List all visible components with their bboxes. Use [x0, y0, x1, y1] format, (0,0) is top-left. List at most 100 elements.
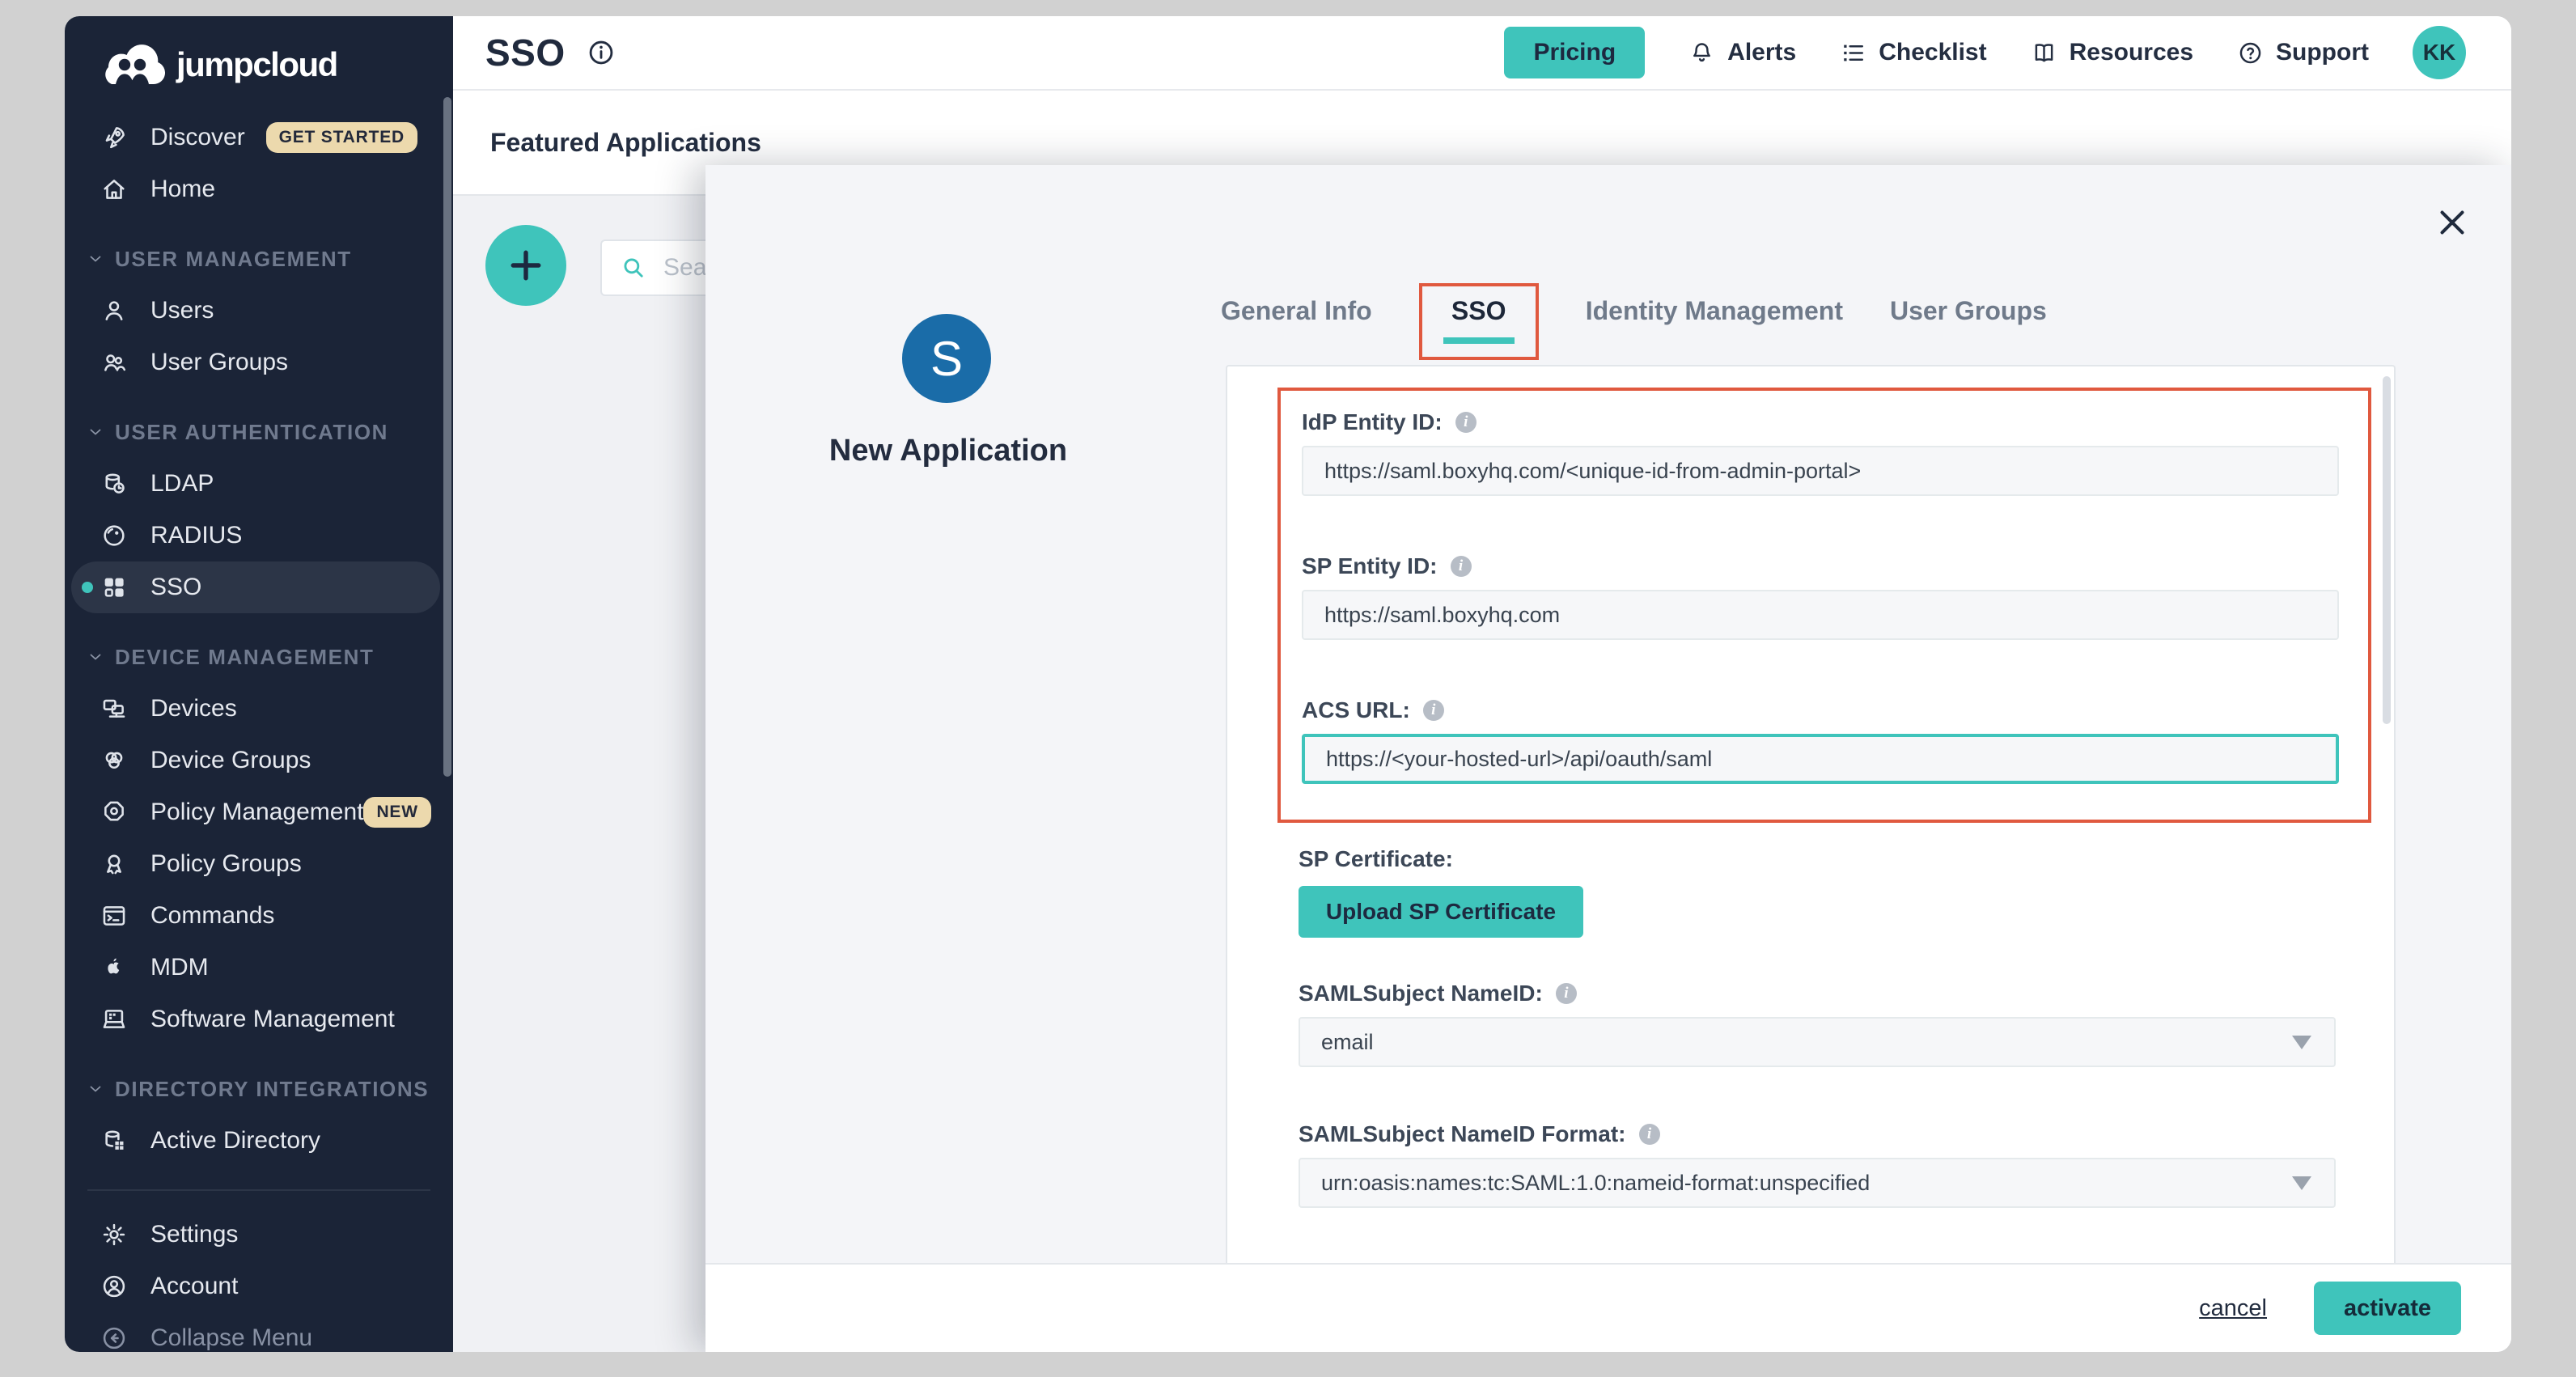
- sidebar-item-sso[interactable]: SSO: [71, 561, 440, 613]
- chevron-down-icon: [86, 1079, 105, 1099]
- sidebar-item-collapse-menu[interactable]: Collapse Menu: [65, 1312, 453, 1352]
- header-action-group: Alerts Checklist Resources Support: [1688, 39, 2369, 66]
- sidebar-item-label: SSO: [150, 574, 201, 601]
- drawer-footer: cancel activate: [705, 1263, 2511, 1352]
- info-icon[interactable]: i: [1451, 556, 1472, 577]
- tab-user-groups[interactable]: User Groups: [1890, 283, 2047, 326]
- application-title: New Application: [705, 434, 1191, 468]
- plus-icon: [504, 244, 548, 287]
- header-action-label: Support: [2276, 39, 2369, 66]
- sidebar-item-label: Devices: [150, 695, 237, 722]
- idp-entity-id-field: IdP Entity ID: i https://saml.boxyhq.com/…: [1302, 409, 2368, 496]
- sso-grid-icon: [100, 574, 128, 601]
- sidebar-item-policy-groups[interactable]: Policy Groups: [65, 838, 453, 890]
- checklist-button[interactable]: Checklist: [1840, 39, 1986, 66]
- saml-subject-nameid-label: SAMLSubject NameID:: [1299, 981, 1543, 1006]
- info-icon[interactable]: i: [1455, 412, 1477, 433]
- new-application-drawer: S New Application General InfoSSOIdentit…: [705, 165, 2511, 1352]
- sidebar-item-label: MDM: [150, 954, 209, 981]
- sp-entity-id-input[interactable]: https://saml.boxyhq.com: [1302, 590, 2339, 640]
- close-icon[interactable]: [2434, 204, 2471, 241]
- sidebar-item-home[interactable]: Home: [65, 163, 453, 215]
- info-icon[interactable]: [587, 38, 616, 67]
- sidebar-item-user-groups[interactable]: User Groups: [65, 337, 453, 388]
- sidebar-item-settings[interactable]: Settings: [65, 1209, 453, 1260]
- sidebar-section-user-management[interactable]: USER MANAGEMENT: [65, 233, 453, 285]
- sidebar-item-devices[interactable]: Devices: [65, 683, 453, 735]
- activate-button[interactable]: activate: [2314, 1282, 2461, 1335]
- sidebar-item-label: LDAP: [150, 470, 214, 498]
- sidebar-item-label: Policy Management: [150, 799, 363, 826]
- resources-button[interactable]: Resources: [2031, 39, 2193, 66]
- idp-entity-id-input[interactable]: https://saml.boxyhq.com/<unique-id-from-…: [1302, 446, 2339, 496]
- sidebar-item-device-groups[interactable]: Device Groups: [65, 735, 453, 786]
- badge-get-started: GET STARTED: [266, 122, 417, 153]
- sidebar-section-directory-integrations[interactable]: DIRECTORY INTEGRATIONS: [65, 1063, 453, 1115]
- tab-label: Identity Management: [1586, 296, 1843, 325]
- checklist-icon: [1840, 40, 1866, 66]
- add-application-button[interactable]: [485, 225, 566, 306]
- caret-down-icon: [2292, 1036, 2311, 1049]
- sidebar-item-discover[interactable]: DiscoverGET STARTED: [65, 112, 453, 163]
- page-title: SSO: [485, 31, 566, 74]
- commands-icon: [100, 902, 128, 930]
- sidebar-item-account[interactable]: Account: [65, 1260, 453, 1312]
- sp-entity-id-label: SP Entity ID:: [1302, 553, 1438, 579]
- help-icon: [2237, 40, 2264, 66]
- idp-entity-id-label: IdP Entity ID:: [1302, 409, 1443, 435]
- tab-identity-management[interactable]: Identity Management: [1586, 283, 1843, 326]
- sidebar-item-label: Device Groups: [150, 747, 311, 774]
- sidebar-item-ldap[interactable]: LDAP: [65, 458, 453, 510]
- caret-down-icon: [2292, 1176, 2311, 1190]
- apple-icon: [100, 954, 128, 981]
- bell-icon: [1688, 40, 1715, 66]
- sidebar-section-label: USER MANAGEMENT: [115, 247, 352, 272]
- sidebar-item-mdm[interactable]: MDM: [65, 942, 453, 994]
- acs-url-input[interactable]: https://<your-hosted-url>/api/oauth/saml: [1302, 734, 2339, 784]
- saml-subject-nameid-select[interactable]: email: [1299, 1017, 2336, 1067]
- tab-general-info[interactable]: General Info: [1221, 283, 1372, 326]
- cloud-logo-icon: [100, 44, 165, 86]
- user-avatar[interactable]: KK: [2413, 26, 2466, 79]
- sidebar-divider: [87, 1189, 430, 1191]
- sidebar-section-device-management[interactable]: DEVICE MANAGEMENT: [65, 631, 453, 683]
- book-icon: [2031, 40, 2057, 66]
- user-group-icon: [100, 349, 128, 376]
- sidebar-item-label: Users: [150, 297, 214, 324]
- sidebar-section-user-authentication[interactable]: USER AUTHENTICATION: [65, 406, 453, 458]
- acs-url-field: ACS URL:i https://<your-hosted-url>/api/…: [1302, 697, 2368, 784]
- upload-sp-certificate-button[interactable]: Upload SP Certificate: [1299, 886, 1583, 938]
- top-header: SSO Pricing Alerts Checklist Resources Supp…: [453, 16, 2511, 91]
- user-icon: [100, 297, 128, 324]
- alerts-button[interactable]: Alerts: [1688, 39, 1796, 66]
- sidebar-item-software-management[interactable]: Software Management: [65, 994, 453, 1045]
- cancel-button[interactable]: cancel: [2199, 1295, 2267, 1322]
- panel-scrollbar[interactable]: [2383, 376, 2391, 724]
- support-button[interactable]: Support: [2237, 39, 2369, 66]
- software-icon: [100, 1006, 128, 1033]
- jumpcloud-logo[interactable]: jumpcloud: [100, 44, 337, 86]
- sp-entity-id-field: SP Entity ID: i https://saml.boxyhq.com: [1302, 553, 2368, 640]
- nameid-format-select[interactable]: urn:oasis:names:tc:SAML:1.0:nameid-forma…: [1299, 1158, 2336, 1208]
- sidebar-item-radius[interactable]: RADIUS: [65, 510, 453, 561]
- sidebar-item-policy-management[interactable]: Policy ManagementNEW: [65, 786, 453, 838]
- info-icon[interactable]: i: [1556, 983, 1577, 1004]
- main-area: SSO Pricing Alerts Checklist Resources Supp…: [453, 16, 2511, 1352]
- sidebar-scrollbar[interactable]: [443, 97, 451, 777]
- saml-subject-nameid-field: SAMLSubject NameID: i email: [1299, 980, 2394, 1067]
- header-action-label: Resources: [2070, 39, 2193, 66]
- info-icon[interactable]: i: [1423, 700, 1444, 721]
- sidebar-item-label: Commands: [150, 902, 274, 930]
- pricing-button[interactable]: Pricing: [1504, 27, 1645, 78]
- sidebar-item-label: Home: [150, 176, 215, 203]
- sidebar-item-users[interactable]: Users: [65, 285, 453, 337]
- sidebar-item-commands[interactable]: Commands: [65, 890, 453, 942]
- active-directory-icon: [100, 1127, 128, 1155]
- rocket-icon: [100, 124, 128, 151]
- sidebar-item-label: Settings: [150, 1221, 238, 1248]
- sidebar-item-active-directory[interactable]: Active Directory: [65, 1115, 453, 1167]
- sidebar-item-label: Software Management: [150, 1006, 395, 1033]
- info-icon[interactable]: i: [1639, 1124, 1660, 1145]
- tab-sso[interactable]: SSO: [1419, 283, 1539, 360]
- sp-certificate-field: SP Certificate: Upload SP Certificate: [1299, 845, 2394, 938]
